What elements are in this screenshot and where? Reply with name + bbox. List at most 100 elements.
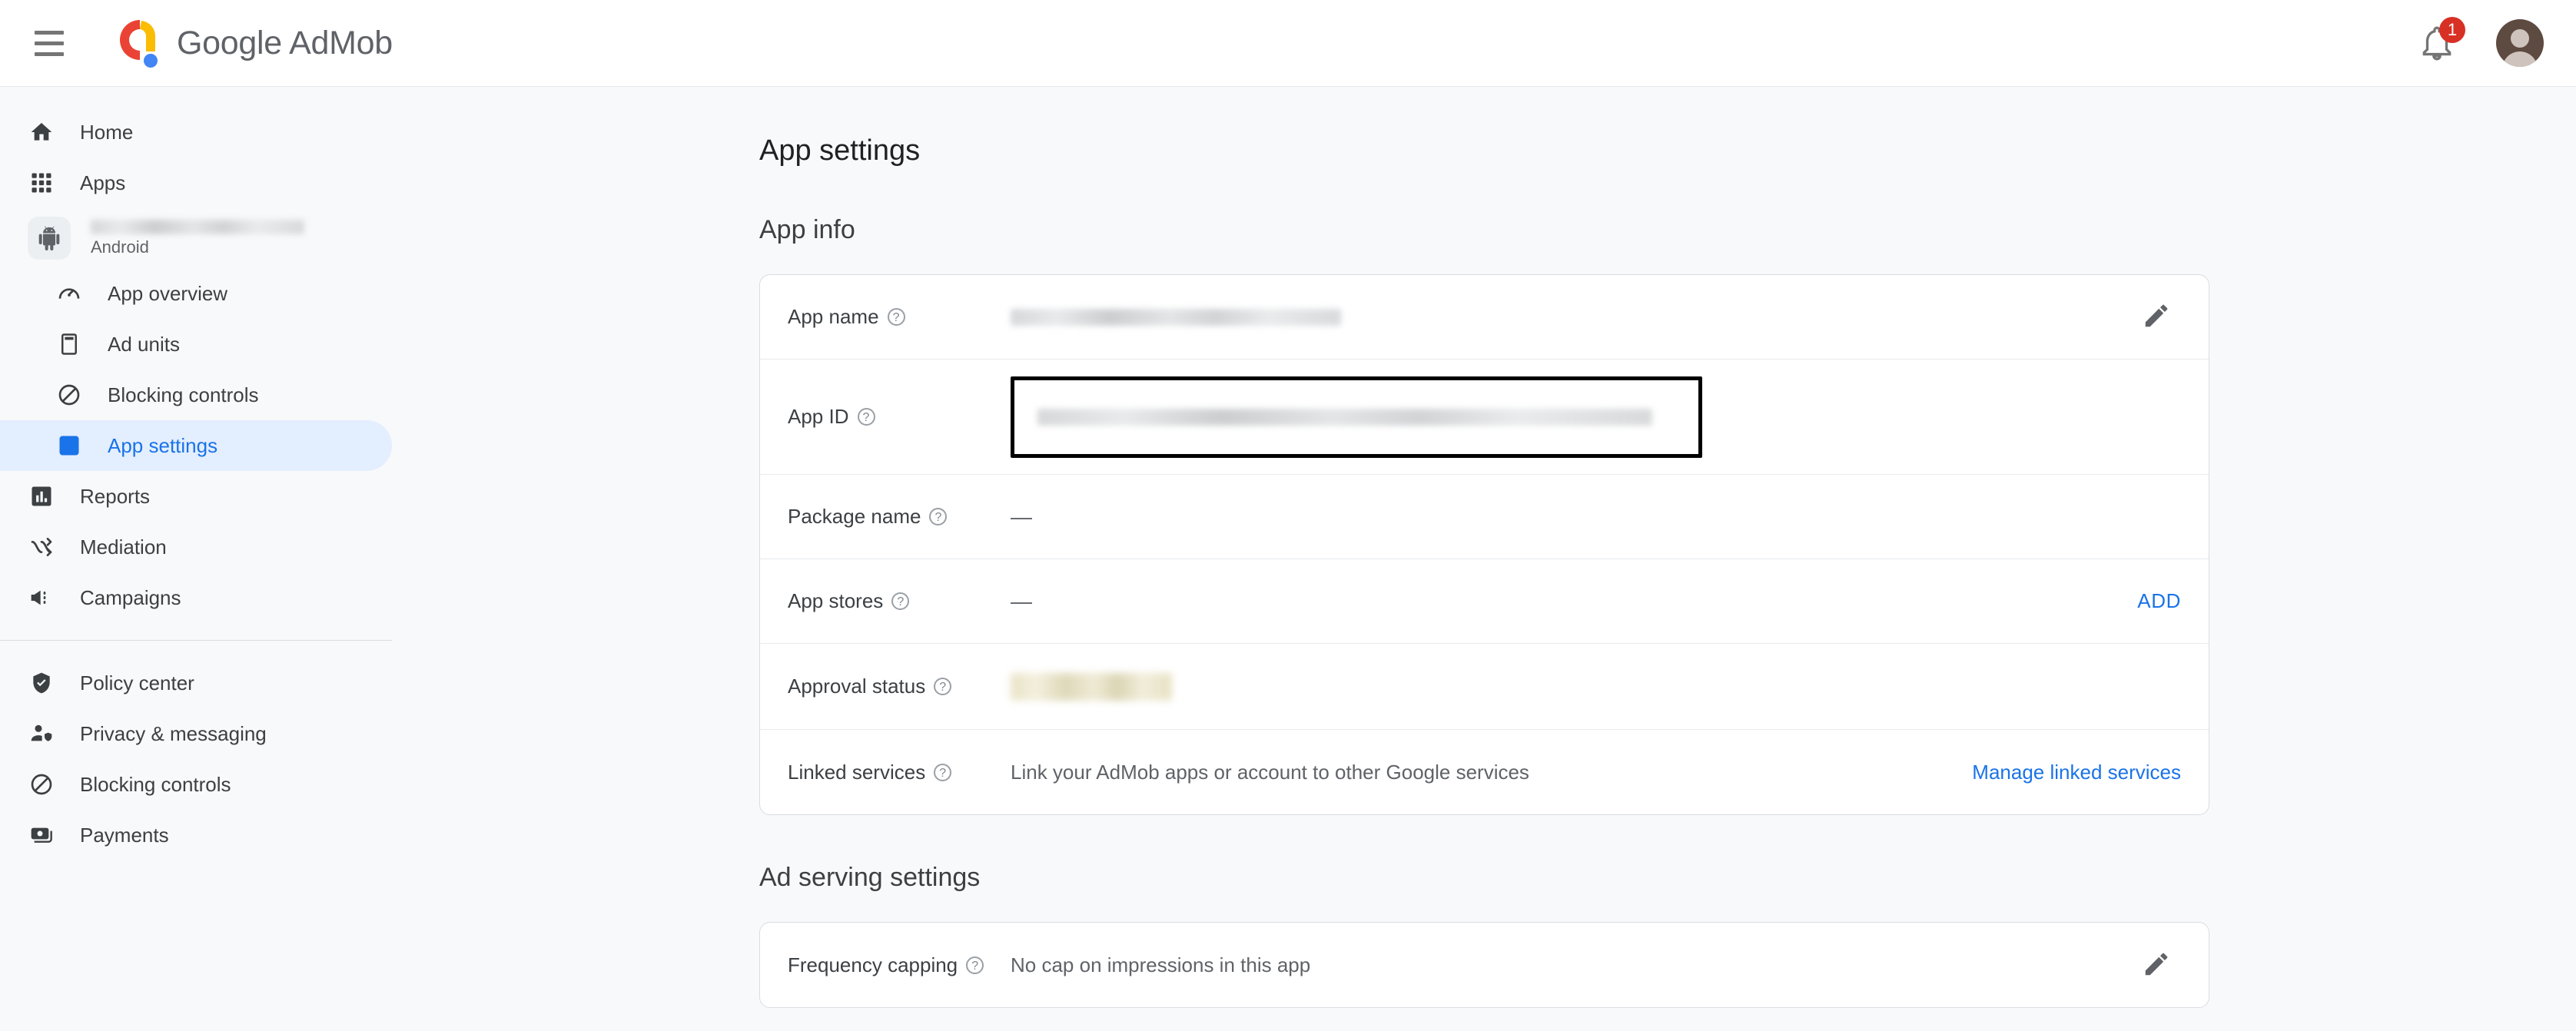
speedometer-icon	[55, 280, 83, 307]
brand-logo-area[interactable]: Google AdMob	[109, 16, 393, 70]
sidebar-item-ad-units[interactable]: Ad units	[0, 319, 392, 370]
hamburger-line	[35, 31, 64, 35]
frequency-capping-value: No cap on impressions in this app	[1011, 953, 1310, 977]
topbar-actions: 1	[2418, 19, 2544, 67]
sidebar-selected-app[interactable]: Android	[0, 208, 392, 268]
sidebar-item-app-settings[interactable]: App settings	[0, 420, 392, 471]
sidebar-item-label: Blocking controls	[80, 773, 231, 797]
hamburger-menu-icon[interactable]	[29, 23, 69, 63]
sidebar-item-policy-center[interactable]: Policy center	[0, 658, 392, 708]
row-label-text: Package name	[788, 505, 921, 529]
sidebar-item-mediation[interactable]: Mediation	[0, 522, 392, 572]
sidebar-item-reports[interactable]: Reports	[0, 471, 392, 522]
sidebar-item-label: Blocking controls	[108, 383, 259, 407]
app-info-card: App name ? App ID ?	[759, 274, 2209, 815]
ad-unit-icon	[55, 330, 83, 358]
app-stores-value: —	[1011, 589, 1032, 614]
selected-app-name-redacted	[91, 220, 304, 234]
help-icon[interactable]: ?	[934, 678, 951, 695]
table-row-app-stores: App stores ? — ADD	[760, 559, 2209, 644]
help-icon[interactable]: ?	[888, 308, 905, 326]
notifications-bell-icon[interactable]: 1	[2418, 24, 2456, 62]
sidebar-item-apps[interactable]: Apps	[0, 157, 392, 208]
sidebar-item-blocking-controls-app[interactable]: Blocking controls	[0, 370, 392, 420]
payments-cash-icon	[28, 821, 55, 849]
sidebar-item-app-overview[interactable]: App overview	[0, 268, 392, 319]
avatar-head	[2511, 29, 2529, 48]
sidebar-item-label: Privacy & messaging	[80, 722, 267, 746]
row-action	[2132, 940, 2209, 990]
shield-check-icon	[28, 669, 55, 697]
sidebar-item-label: Ad units	[108, 333, 180, 356]
package-name-value: —	[1011, 505, 1032, 529]
block-circle-icon	[28, 771, 55, 798]
edit-frequency-capping-button[interactable]	[2132, 940, 2181, 990]
manage-linked-services-link[interactable]: Manage linked services	[1972, 761, 2181, 784]
mediation-icon	[28, 533, 55, 561]
sidebar-divider	[0, 640, 392, 641]
help-icon[interactable]: ?	[858, 408, 875, 426]
android-robot-icon	[28, 217, 71, 260]
row-value	[1011, 673, 2181, 701]
sidebar-item-home[interactable]: Home	[0, 107, 392, 157]
section-title-ad-serving: Ad serving settings	[759, 863, 2576, 893]
sidebar-item-blocking-controls-account[interactable]: Blocking controls	[0, 759, 392, 810]
sidebar-navigation: Home Apps Android App overview	[0, 87, 392, 1031]
hamburger-line	[35, 41, 64, 45]
help-icon[interactable]: ?	[891, 592, 909, 610]
account-avatar-icon[interactable]	[2496, 19, 2544, 67]
help-icon[interactable]: ?	[966, 956, 984, 974]
table-row-frequency-capping: Frequency capping ? No cap on impression…	[760, 923, 2209, 1007]
row-label-text: Frequency capping	[788, 953, 958, 977]
row-label: App stores ?	[788, 589, 1011, 613]
row-label-text: App ID	[788, 405, 849, 429]
sidebar-item-privacy-messaging[interactable]: Privacy & messaging	[0, 708, 392, 759]
main-content: App settings App info App name ?	[392, 87, 2576, 1031]
row-action	[2132, 293, 2209, 342]
row-label: Linked services ?	[788, 761, 1011, 784]
help-icon[interactable]: ?	[934, 764, 951, 781]
table-row-package-name: Package name ? —	[760, 475, 2209, 559]
section-title-app-info: App info	[759, 215, 2576, 245]
row-action: Manage linked services	[1972, 761, 2209, 784]
sidebar-item-label: Apps	[80, 171, 125, 195]
sidebar-item-label: App settings	[108, 434, 217, 458]
row-value: Link your AdMob apps or account to other…	[1011, 761, 1972, 784]
sidebar-item-label: Policy center	[80, 671, 194, 695]
add-app-store-button[interactable]: ADD	[2137, 589, 2181, 613]
table-row-app-name: App name ?	[760, 275, 2209, 360]
bar-chart-icon	[28, 482, 55, 510]
sidebar-item-label: Reports	[80, 485, 150, 509]
admob-logo-icon	[109, 16, 160, 70]
page-title: App settings	[759, 134, 2576, 167]
table-row-app-id: App ID ?	[760, 360, 2209, 475]
app-id-redacted-value	[1037, 409, 1652, 426]
app-id-focus-outline[interactable]	[1011, 376, 1702, 458]
block-circle-icon	[55, 381, 83, 409]
avatar-body	[2502, 51, 2538, 67]
row-label-text: App stores	[788, 589, 883, 613]
ad-serving-card: Frequency capping ? No cap on impression…	[759, 922, 2209, 1008]
row-value: No cap on impressions in this app	[1011, 953, 2132, 977]
sidebar-item-campaigns[interactable]: Campaigns	[0, 572, 392, 623]
home-icon	[28, 118, 55, 146]
row-label: Approval status ?	[788, 675, 1011, 698]
brand-title: Google AdMob	[177, 25, 393, 62]
sidebar-item-payments[interactable]: Payments	[0, 810, 392, 860]
row-value	[1011, 376, 2181, 458]
linked-services-description: Link your AdMob apps or account to other…	[1011, 761, 1529, 784]
megaphone-icon	[28, 584, 55, 612]
hamburger-line	[35, 52, 64, 56]
apps-grid-icon	[28, 169, 55, 197]
app-settings-gear-icon	[55, 432, 83, 459]
table-row-linked-services: Linked services ? Link your AdMob apps o…	[760, 730, 2209, 814]
edit-app-name-button[interactable]	[2132, 293, 2181, 342]
help-icon[interactable]: ?	[929, 508, 947, 525]
selected-app-meta: Android	[91, 220, 304, 257]
sidebar-item-label: Home	[80, 121, 133, 144]
approval-status-redacted-badge	[1011, 673, 1172, 701]
row-label: Package name ?	[788, 505, 1011, 529]
pencil-icon	[2142, 950, 2171, 981]
row-label: Frequency capping ?	[788, 953, 1011, 977]
top-app-bar: Google AdMob 1	[0, 0, 2576, 87]
